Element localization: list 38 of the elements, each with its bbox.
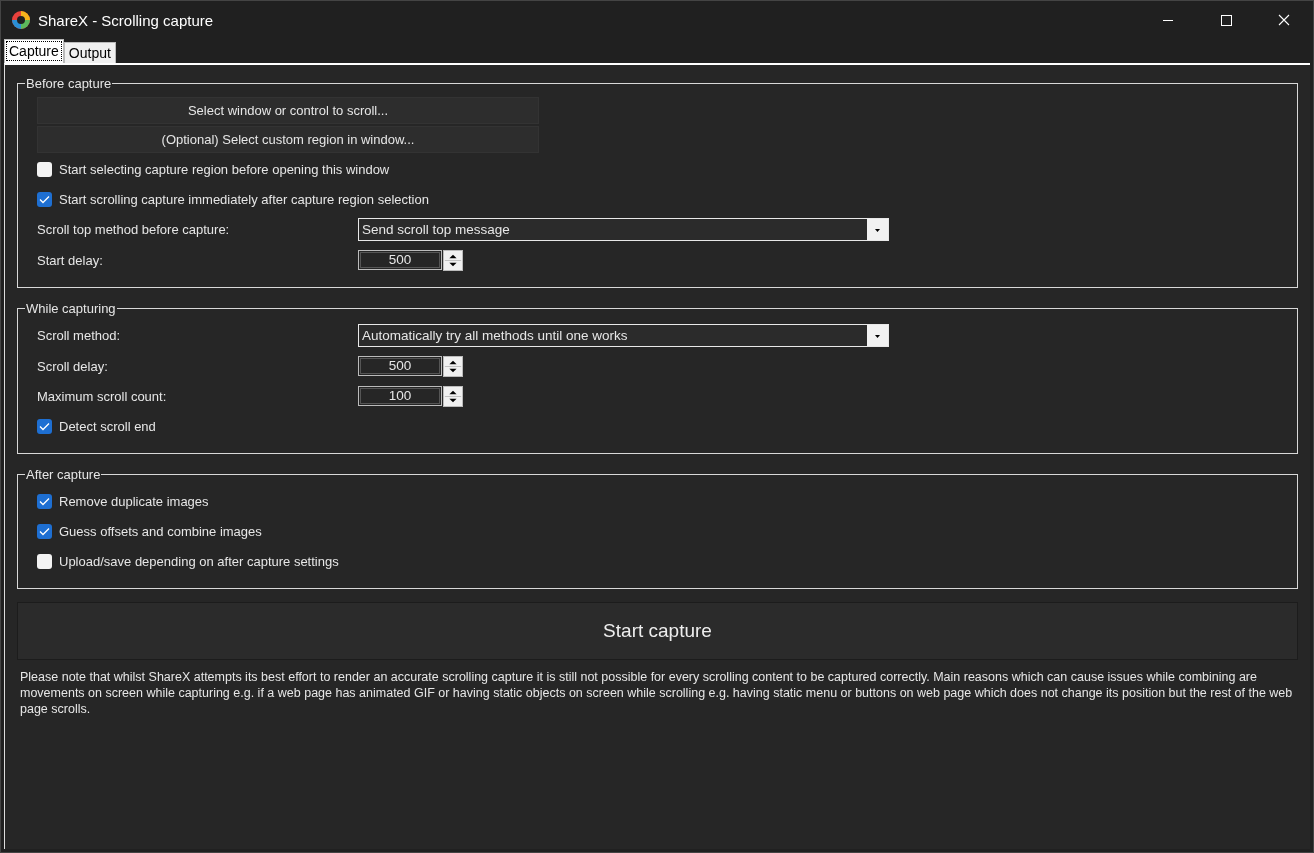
checkbox-label: Remove duplicate images [59, 493, 209, 509]
action-button[interactable]: (Optional) Select custom region in window... [37, 126, 539, 153]
checkbox-label: Detect scroll end [59, 418, 156, 434]
checkbox-label: Upload/save depending on after capture settings [59, 553, 339, 569]
start-capture-button[interactable]: Start capture [17, 602, 1298, 660]
field-label: Scroll delay: [37, 358, 109, 374]
dropdown[interactable]: Automatically try all methods until one works [358, 324, 889, 347]
checkbox[interactable] [37, 523, 52, 539]
number-field[interactable]: 500 [358, 356, 442, 376]
dropdown[interactable]: Send scroll top message [358, 218, 889, 241]
group-title: After capture [25, 467, 102, 482]
field-label: Maximum scroll count: [37, 388, 168, 404]
checkbox-label: Start selecting capture region before opening this window [59, 161, 390, 177]
caret-icon [867, 325, 888, 346]
window-title: ShareX - Scrolling capture [38, 11, 215, 29]
spin-button[interactable] [443, 355, 463, 377]
field-label: Start delay: [37, 252, 104, 268]
checkbox[interactable] [37, 418, 52, 434]
checkbox-label: Start scrolling capture immediately after capture region selection [59, 191, 429, 207]
checkbox[interactable] [37, 191, 52, 207]
group-title: While capturing [25, 301, 117, 316]
field-label: Scroll top method before capture: [37, 222, 231, 237]
checkbox[interactable] [37, 493, 52, 509]
tab[interactable]: Output [63, 42, 116, 63]
action-button[interactable]: Select window or control to scroll... [37, 97, 539, 124]
caret-icon [867, 219, 888, 240]
tab[interactable]: Capture [4, 39, 64, 63]
spin-button[interactable] [443, 385, 463, 407]
number-field[interactable]: 100 [358, 386, 442, 406]
group-title: Before capture [25, 76, 113, 91]
app-logo-icon [11, 10, 31, 30]
number-field[interactable]: 500 [358, 250, 442, 270]
note-text: Please note that whilst ShareX attempts its best effort to render an accurate scrolling capture it is still not possible for every scrolling content to be captured correctly. Main reasons which can cause issues while combining are movements on screen while capturing e.g. if a web page has animated GIF or having static objects on screen while scrolling e.g. having static menu or buttons on web page which does not change its position but the rest of the web page scrolls. [20, 669, 1294, 717]
checkbox[interactable] [37, 553, 52, 569]
spin-button[interactable] [443, 249, 463, 271]
checkbox[interactable] [37, 161, 52, 177]
field-label: Scroll method: [37, 328, 122, 343]
checkbox-label: Guess offsets and combine images [59, 523, 262, 539]
